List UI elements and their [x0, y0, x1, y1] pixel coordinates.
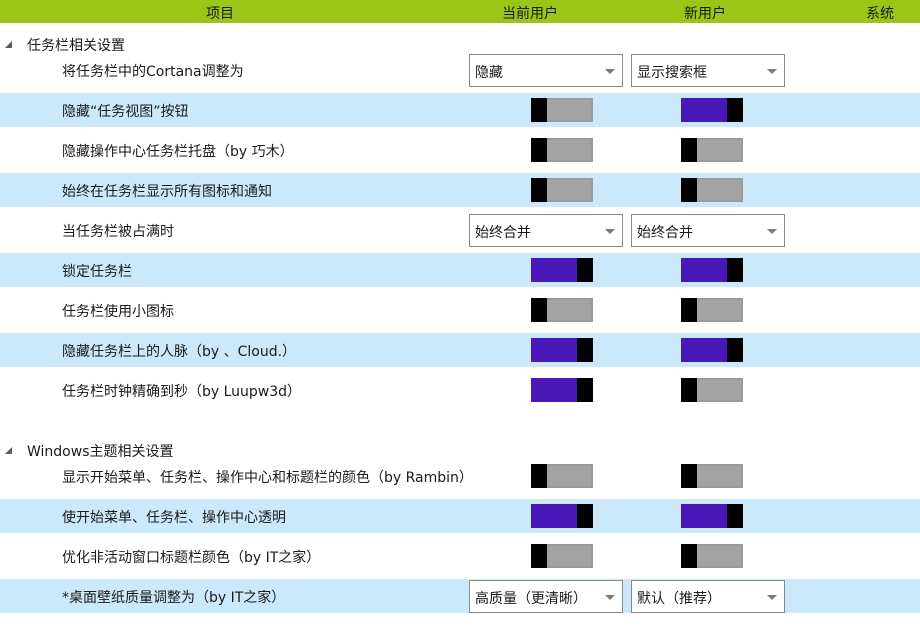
setting-label: *桌面壁纸质量调整为（by IT之家） — [62, 590, 286, 606]
toggle-knob — [681, 378, 697, 402]
setting-row: 隐藏“任务视图”按钮 — [0, 93, 920, 127]
setting-row: 隐藏任务栏上的人脉（by 、Cloud.） — [0, 333, 920, 367]
toggle-knob — [577, 504, 593, 528]
toggle-knob — [531, 298, 547, 322]
chevron-down-icon — [605, 69, 615, 74]
setting-label: 隐藏“任务视图”按钮 — [62, 104, 189, 120]
toggle-knob — [681, 464, 697, 488]
toggle-knob — [531, 138, 547, 162]
toggle-knob — [531, 178, 547, 202]
setting-label: 锁定任务栏 — [62, 264, 132, 280]
setting-row: 锁定任务栏 — [0, 253, 920, 287]
current-user-toggle[interactable] — [531, 138, 593, 162]
setting-row: 使开始菜单、任务栏、操作中心透明 — [0, 499, 920, 533]
toggle-knob — [681, 544, 697, 568]
setting-label: 任务栏时钟精确到秒（by Luupw3d） — [62, 384, 302, 400]
current-user-dropdown[interactable]: 隐藏 — [469, 54, 623, 87]
setting-label: 优化非活动窗口标题栏颜色（by IT之家） — [62, 550, 321, 566]
new-user-toggle[interactable] — [681, 258, 743, 282]
new-user-dropdown[interactable]: 显示搜索框 — [631, 54, 785, 87]
chevron-down-icon — [767, 229, 777, 234]
column-header-bar: 项目 当前用户 新用户 系统 — [0, 0, 920, 23]
toggle-knob — [727, 504, 743, 528]
new-user-toggle[interactable] — [681, 178, 743, 202]
dropdown-value: 高质量（更清晰） — [475, 591, 587, 607]
column-header-item: 项目 — [206, 6, 234, 22]
new-user-dropdown[interactable]: 默认（推荐） — [631, 580, 785, 613]
toggle-knob — [681, 138, 697, 162]
setting-row: *桌面壁纸质量调整为（by IT之家） 高质量（更清晰） 默认（推荐） — [0, 579, 920, 613]
toggle-knob — [531, 544, 547, 568]
current-user-toggle[interactable] — [531, 338, 593, 362]
setting-label: 始终在任务栏显示所有图标和通知 — [62, 184, 272, 200]
current-user-toggle[interactable] — [531, 464, 593, 488]
setting-row: 始终在任务栏显示所有图标和通知 — [0, 173, 920, 207]
setting-label: 将任务栏中的Cortana调整为 — [62, 64, 244, 80]
column-header-system: 系统 — [866, 6, 894, 22]
chevron-down-icon — [605, 229, 615, 234]
dropdown-value: 默认（推荐） — [637, 591, 721, 607]
current-user-dropdown[interactable]: 高质量（更清晰） — [469, 580, 623, 613]
current-user-toggle[interactable] — [531, 258, 593, 282]
toggle-knob — [577, 338, 593, 362]
toggle-knob — [727, 338, 743, 362]
setting-row: 当任务栏被占满时 始终合并 始终合并 — [0, 213, 920, 247]
chevron-down-icon — [767, 595, 777, 600]
new-user-toggle[interactable] — [681, 138, 743, 162]
dropdown-value: 始终合并 — [475, 225, 531, 241]
toggle-knob — [727, 258, 743, 282]
setting-row: 任务栏使用小图标 — [0, 293, 920, 327]
toggle-knob — [577, 378, 593, 402]
toggle-knob — [727, 98, 743, 122]
setting-label: 使开始菜单、任务栏、操作中心透明 — [62, 510, 286, 526]
new-user-toggle[interactable] — [681, 338, 743, 362]
new-user-toggle[interactable] — [681, 544, 743, 568]
setting-label: 显示开始菜单、任务栏、操作中心和标题栏的颜色（by Rambin） — [62, 470, 473, 486]
setting-label: 任务栏使用小图标 — [62, 304, 174, 320]
setting-row: 优化非活动窗口标题栏颜色（by IT之家） — [0, 539, 920, 573]
group-title: Windows主题相关设置 — [27, 444, 174, 460]
current-user-toggle[interactable] — [531, 178, 593, 202]
current-user-toggle[interactable] — [531, 98, 593, 122]
chevron-down-icon — [767, 69, 777, 74]
toggle-knob — [531, 464, 547, 488]
column-header-new-user: 新用户 — [684, 6, 726, 22]
new-user-toggle[interactable] — [681, 98, 743, 122]
setting-label: 隐藏操作中心任务栏托盘（by 巧木） — [62, 144, 294, 160]
setting-row: 将任务栏中的Cortana调整为 隐藏 显示搜索框 — [0, 53, 920, 87]
chevron-down-icon — [605, 595, 615, 600]
setting-label: 隐藏任务栏上的人脉（by 、Cloud.） — [62, 344, 297, 360]
toggle-knob — [577, 258, 593, 282]
current-user-toggle[interactable] — [531, 298, 593, 322]
dropdown-value: 始终合并 — [637, 225, 693, 241]
group-title: 任务栏相关设置 — [27, 38, 125, 54]
dropdown-value: 隐藏 — [475, 65, 503, 81]
column-header-current-user: 当前用户 — [502, 6, 558, 22]
current-user-toggle[interactable] — [531, 504, 593, 528]
setting-row: 隐藏操作中心任务栏托盘（by 巧木） — [0, 133, 920, 167]
setting-row: 任务栏时钟精确到秒（by Luupw3d） — [0, 373, 920, 407]
current-user-toggle[interactable] — [531, 544, 593, 568]
toggle-knob — [681, 298, 697, 322]
toggle-knob — [531, 98, 547, 122]
current-user-dropdown[interactable]: 始终合并 — [469, 214, 623, 247]
dropdown-value: 显示搜索框 — [637, 65, 707, 81]
setting-row: 显示开始菜单、任务栏、操作中心和标题栏的颜色（by Rambin） — [0, 459, 920, 493]
new-user-dropdown[interactable]: 始终合并 — [631, 214, 785, 247]
new-user-toggle[interactable] — [681, 504, 743, 528]
settings-window: 项目 当前用户 新用户 系统 任务栏相关设置 将任务栏中的Cortana调整为 隐藏… — [0, 0, 920, 631]
collapse-triangle-icon[interactable] — [5, 41, 12, 48]
new-user-toggle[interactable] — [681, 464, 743, 488]
toggle-knob — [681, 178, 697, 202]
setting-label: 当任务栏被占满时 — [62, 224, 174, 240]
new-user-toggle[interactable] — [681, 298, 743, 322]
collapse-triangle-icon[interactable] — [5, 447, 12, 454]
current-user-toggle[interactable] — [531, 378, 593, 402]
new-user-toggle[interactable] — [681, 378, 743, 402]
